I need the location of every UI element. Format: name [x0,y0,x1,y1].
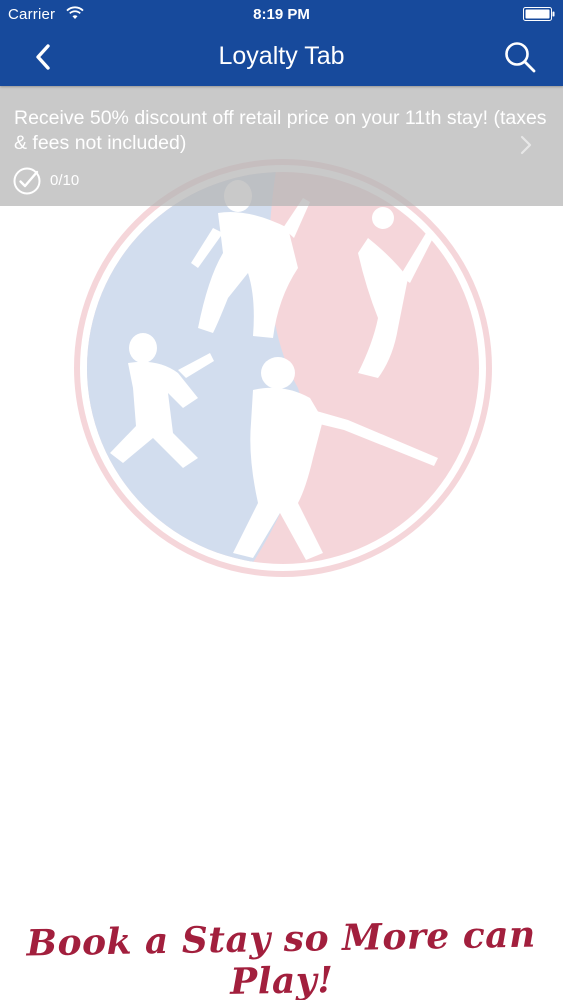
page-title: Loyalty Tab [218,42,345,70]
slogan-text: Book a Stay so More can Play! [26,913,537,1000]
status-bar: Carrier 8:19 PM [0,0,563,30]
search-button[interactable] [501,38,539,76]
status-time: 8:19 PM [253,6,310,23]
sports-logo-watermark [74,159,492,577]
stay-progress-count: 0/10 [50,172,80,189]
offer-description: Receive 50% discount off retail price on… [14,107,547,154]
search-icon [505,42,536,73]
top-bar: Carrier 8:19 PM Loyalty Tab [0,0,563,86]
checkmark-circle-icon [13,167,41,195]
battery-icon [523,7,555,21]
loyalty-screen: Carrier 8:19 PM Loyalty Tab Receive 50% … [0,0,563,1000]
chevron-right-icon [520,135,532,155]
loyalty-offer-item[interactable]: Receive 50% discount off retail price on… [0,86,563,206]
navigation-bar: Loyalty Tab [0,30,563,86]
